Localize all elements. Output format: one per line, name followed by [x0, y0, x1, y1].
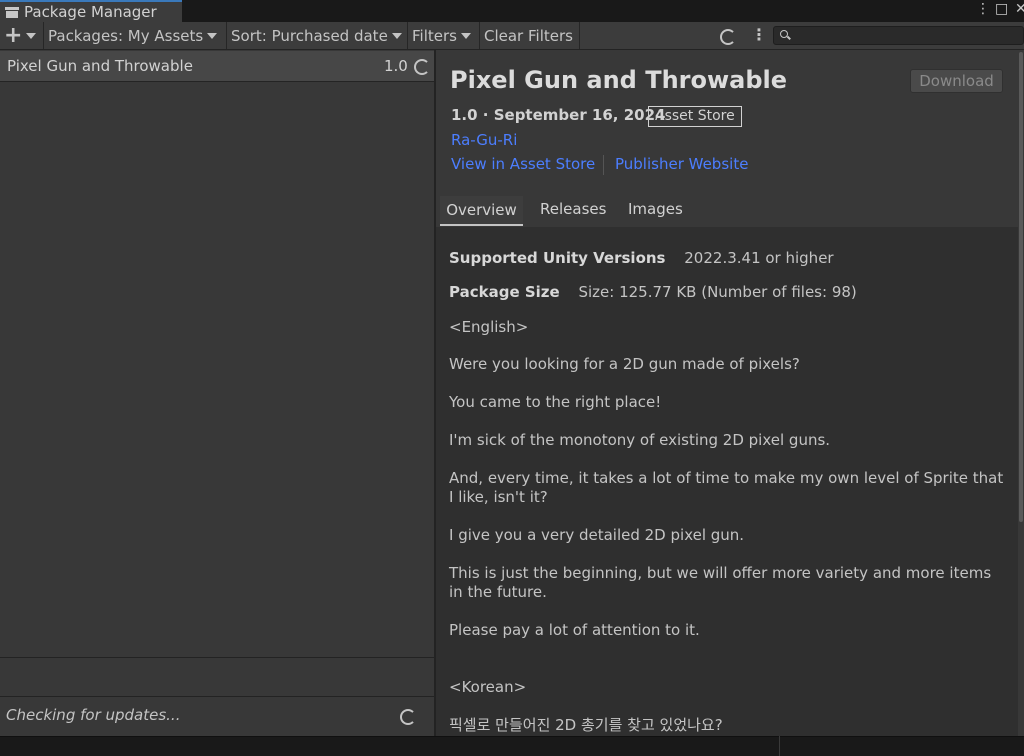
package-size-label: Package Size — [449, 283, 560, 301]
description-paragraph: This is just the beginning, but we will … — [449, 564, 992, 601]
scrollbar-thumb[interactable] — [1019, 52, 1023, 522]
search-input[interactable] — [773, 26, 1024, 45]
supported-versions-value: 2022.3.41 or higher — [684, 249, 834, 267]
package-name: Pixel Gun and Throwable — [7, 57, 193, 75]
download-button[interactable]: Download — [910, 69, 1003, 93]
package-size-value: Size: 125.77 KB (Number of files: 98) — [578, 283, 857, 301]
package-manager-icon — [5, 6, 19, 18]
description-paragraph: 픽셀로 만들어진 2D 총기를 찾고 있었나요? — [449, 716, 723, 734]
description-paragraph: I give you a very detailed 2D pixel gun. — [449, 526, 745, 544]
description-paragraph: Were you looking for a 2D gun made of pi… — [449, 355, 800, 373]
publisher-website-link[interactable]: Publisher Website — [615, 155, 748, 173]
more-options-icon[interactable]: ⋮ — [751, 25, 767, 44]
description-paragraph: You came to the right place! — [449, 393, 662, 411]
add-package-button[interactable]: + — [0, 22, 44, 49]
window-title: Package Manager — [24, 3, 157, 21]
tab-releases[interactable]: Releases — [540, 200, 606, 218]
package-version: 1.0 — [384, 57, 408, 75]
footer-bar — [0, 736, 1024, 756]
status-spinner-icon — [400, 709, 416, 725]
sort-dropdown-label: Sort: Purchased date — [231, 26, 388, 45]
package-size-row: Package Size Size: 125.77 KB (Number of … — [449, 283, 857, 301]
clear-filters-label: Clear Filters — [484, 26, 573, 45]
package-title: Pixel Gun and Throwable — [450, 66, 788, 94]
chevron-down-icon — [391, 32, 402, 39]
tab-package-manager[interactable]: Package Manager — [0, 0, 182, 22]
list-item[interactable]: Pixel Gun and Throwable 1.0 — [0, 51, 434, 82]
maximize-icon[interactable]: □ — [995, 1, 1008, 17]
description-paragraph: Please pay a lot of attention to it. — [449, 621, 700, 639]
filters-dropdown-label: Filters — [412, 26, 457, 45]
author-link[interactable]: Ra-Gu-Ri — [451, 131, 517, 149]
divider — [603, 155, 604, 175]
view-in-asset-store-link[interactable]: View in Asset Store — [451, 155, 595, 173]
plus-icon: + — [4, 22, 23, 48]
version-date: 1.0 · September 16, 2024 — [451, 106, 666, 124]
clear-filters-button[interactable]: Clear Filters — [480, 22, 580, 49]
chevron-down-icon — [26, 32, 37, 39]
description-paragraph: I'm sick of the monotony of existing 2D … — [449, 431, 831, 449]
packages-dropdown[interactable]: Packages: My Assets — [44, 22, 227, 49]
supported-versions-row: Supported Unity Versions 2022.3.41 or hi… — [449, 249, 834, 267]
sort-dropdown[interactable]: Sort: Purchased date — [227, 22, 408, 49]
description-paragraph: And, every time, it takes a lot of time … — [449, 469, 1004, 506]
tab-images[interactable]: Images — [628, 200, 683, 218]
chevron-down-icon — [207, 32, 218, 39]
package-list-panel — [0, 50, 434, 736]
description-paragraph: <English> — [449, 318, 529, 336]
chevron-down-icon — [460, 32, 471, 39]
divider — [0, 657, 434, 658]
source-badge: Asset Store — [648, 106, 742, 127]
packages-dropdown-label: Packages: My Assets — [48, 26, 204, 45]
description-paragraph: <Korean> — [449, 678, 527, 696]
loading-spinner-icon — [414, 59, 430, 75]
filters-dropdown[interactable]: Filters — [408, 22, 480, 49]
tab-overview[interactable]: Overview — [440, 196, 523, 226]
window-menu-icon[interactable]: ⋮ — [976, 1, 990, 17]
divider — [779, 736, 780, 756]
status-text: Checking for updates... — [6, 706, 181, 724]
supported-versions-label: Supported Unity Versions — [449, 249, 666, 267]
refresh-spinner-icon[interactable] — [720, 29, 736, 45]
divider — [0, 696, 434, 697]
close-icon[interactable]: ✕ — [1015, 1, 1024, 17]
search-icon — [780, 30, 788, 38]
